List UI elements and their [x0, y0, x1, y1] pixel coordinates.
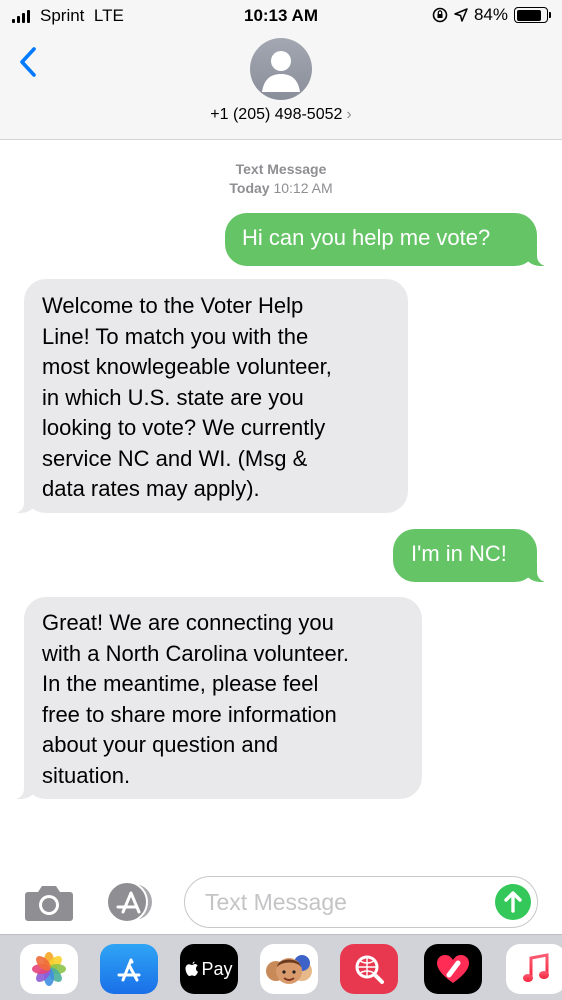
arrow-up-icon	[504, 891, 522, 913]
message-bubble-incoming[interactable]: Great! We are connecting you with a Nort…	[14, 597, 422, 799]
photos-icon[interactable]	[20, 944, 78, 994]
message-bubble-outgoing[interactable]: Hi can you help me vote?	[225, 213, 547, 266]
send-button[interactable]	[495, 884, 531, 920]
timestamp-time: 10:12 AM	[273, 180, 333, 196]
status-right-group: 84%	[432, 5, 551, 25]
message-text: Welcome to the Voter Help Line! To match…	[42, 293, 332, 501]
message-input-container[interactable]	[184, 876, 538, 928]
chevron-left-icon[interactable]	[14, 44, 44, 80]
location-arrow-icon	[454, 8, 468, 22]
digital-touch-icon[interactable]	[424, 944, 482, 994]
battery-level-fill	[516, 9, 541, 21]
memoji-icon[interactable]	[260, 944, 318, 994]
music-note-icon	[523, 953, 549, 982]
contact-avatar[interactable]	[250, 38, 312, 100]
imessage-app-drawer: Pay	[0, 934, 562, 1000]
person-silhouette-icon	[262, 51, 300, 92]
chevron-right-icon: ›	[346, 106, 352, 123]
app-store-icon[interactable]	[100, 944, 158, 994]
conversation-header: +1 (205) 498-5052 ›	[0, 34, 562, 140]
timestamp-datetime: Today 10:12 AM	[0, 179, 562, 198]
app-store-apps-icon[interactable]	[104, 880, 156, 924]
message-input[interactable]	[205, 886, 485, 918]
app-store-a-icon	[117, 958, 141, 982]
message-text: Great! We are connecting you with a Nort…	[42, 610, 349, 788]
music-icon[interactable]	[506, 944, 562, 994]
message-text: I'm in NC!	[411, 541, 507, 566]
camera-icon[interactable]	[24, 882, 74, 922]
message-bubble-incoming[interactable]: Welcome to the Voter Help Line! To match…	[14, 279, 408, 513]
timestamp-label: Text Message	[235, 161, 327, 177]
battery-percent: 84%	[473, 5, 508, 24]
contact-name-button[interactable]: +1 (205) 498-5052 ›	[0, 106, 562, 124]
timestamp-day: Today	[229, 180, 270, 196]
rotation-lock-icon	[432, 7, 448, 23]
battery-icon	[514, 7, 551, 23]
search-images-icon[interactable]	[340, 944, 398, 994]
apple-pay-label: Pay	[201, 958, 233, 979]
status-bar: Sprint LTE 10:13 AM 84%	[0, 0, 562, 34]
memoji-faces-icon	[266, 955, 312, 984]
apple-logo-icon	[185, 961, 199, 976]
heart-touch-icon	[437, 955, 469, 983]
contact-phone-number: +1 (205) 498-5052	[210, 106, 343, 123]
message-text: Hi can you help me vote?	[242, 225, 491, 250]
message-bubble-outgoing[interactable]: I'm in NC!	[393, 529, 547, 582]
magnifier-globe-icon	[355, 955, 384, 984]
apple-pay-icon[interactable]: Pay	[180, 944, 238, 994]
photos-flower-icon	[32, 952, 66, 986]
message-timestamp: Text Message Today 10:12 AM	[0, 160, 562, 198]
